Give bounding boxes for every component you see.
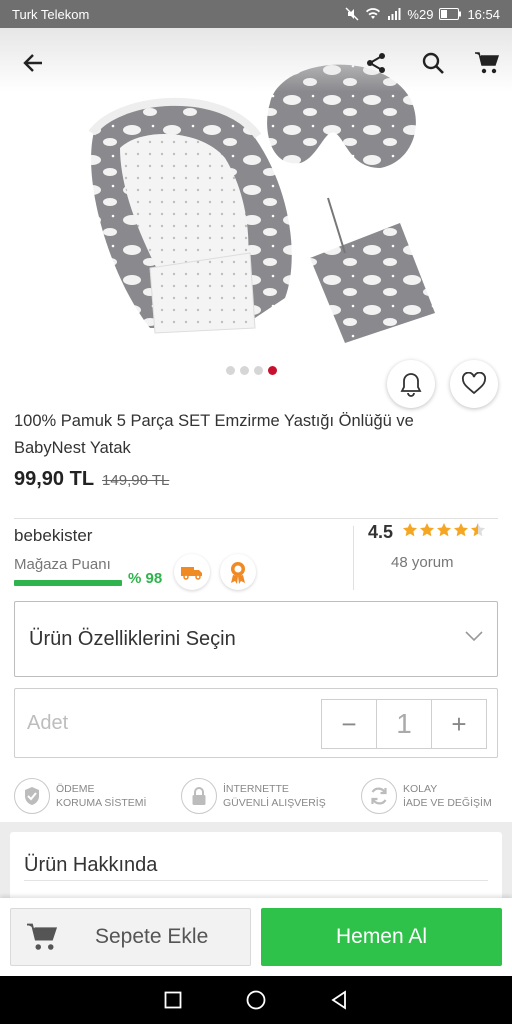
decrease-button[interactable]: − [322,700,376,748]
heart-icon [462,372,486,395]
buy-now-button[interactable]: Hemen Al [261,908,502,966]
trust-easy-returns: KOLAY İADE VE DEĞİŞİM [361,778,492,814]
carrier-name: Turk Telekom [12,6,90,22]
rating-value: 4.5 [368,522,394,542]
back-system-button[interactable] [330,990,348,1010]
pagination-dot[interactable] [226,366,235,375]
home-button[interactable] [246,990,266,1010]
search-button[interactable] [418,48,448,78]
star-icon [454,523,468,537]
status-icons: %29 16:54 [345,7,500,22]
notify-button[interactable] [387,360,435,408]
current-price: 99,90 TL [14,468,95,490]
review-count[interactable]: 48 yorum [391,554,454,571]
lock-icon [192,787,206,805]
quantity-stepper: − 1 + [321,699,487,749]
quantity-label: Adet [27,712,69,734]
buy-now-label: Hemen Al [335,925,428,948]
refresh-icon [371,787,387,805]
trust-line-1: ÖDEME [56,783,95,795]
store-score-value: % 98 [128,570,163,587]
store-score-label: Mağaza Puanı [14,556,111,573]
trust-line-1: İNTERNETTE [223,783,289,795]
old-price: 149,90 TL [102,472,170,489]
price-row: 99,90 TL 149,90 TL [14,468,169,491]
divider [14,518,498,519]
trust-line-1: KOLAY [403,783,438,795]
about-product-title: Ürün Hakkında [24,854,158,876]
quantity-field: Adet − 1 + [14,688,498,758]
store-score-bar [14,580,122,586]
trust-line-2: GÜVENLİ ALIŞVERİŞ [223,797,326,809]
pagination-dot-active[interactable] [268,366,277,375]
trust-text: KOLAY İADE VE DEĞİŞİM [403,782,492,810]
trust-text: ÖDEME KORUMA SİSTEMİ [56,782,146,810]
trust-line-2: İADE VE DEĞİŞİM [403,797,492,809]
clock: 16:54 [467,6,500,22]
truck-icon [181,567,202,580]
battery-percent: %29 [407,6,434,22]
trust-icon-wrapper [181,778,217,814]
trust-payment-protection: ÖDEME KORUMA SİSTEMİ [14,778,146,814]
chevron-down-icon [465,631,483,642]
cart-icon [27,923,58,950]
bottom-action-bar: Sepete Ekle Hemen Al [0,898,512,976]
wifi-icon [366,8,381,19]
product-title: 100% Pamuk 5 Parça SET Emzirme Yastığı Ö… [14,412,414,457]
trust-secure-shopping: İNTERNETTE GÜVENLİ ALIŞVERİŞ [181,778,326,814]
signal-icon [388,8,401,20]
pagination-dot[interactable] [254,366,263,375]
shipping-badge[interactable] [174,554,210,590]
add-to-cart-label: Sepete Ekle [95,925,209,948]
share-button[interactable] [361,48,391,78]
vertical-divider [353,526,354,590]
divider [24,880,488,881]
shield-check-icon [25,787,39,805]
star-icon [437,523,451,537]
image-pagination [226,366,277,375]
mute-icon [345,7,359,21]
trust-icon-wrapper [361,778,397,814]
circle-icon [246,990,266,1010]
star-half-icon [471,523,485,537]
battery-icon [439,8,462,20]
quality-badge[interactable] [220,554,256,590]
rating-stars [402,522,486,538]
bell-icon [400,373,422,397]
arrow-left-icon [23,54,42,72]
quantity-value[interactable]: 1 [376,700,432,748]
add-to-cart-button[interactable]: Sepete Ekle [10,908,251,966]
square-icon [164,991,182,1009]
system-navigation-bar [0,976,512,1024]
star-icon [403,523,417,537]
back-button[interactable] [18,48,48,78]
trust-text: İNTERNETTE GÜVENLİ ALIŞVERİŞ [223,782,326,810]
pagination-dot[interactable] [240,366,249,375]
medal-icon [231,562,245,584]
share-icon [367,53,385,73]
star-icon [420,523,434,537]
status-bar: Turk Telekom %29 16:54 [0,0,512,28]
search-icon [422,52,444,74]
favorite-button[interactable] [450,360,498,408]
increase-button[interactable]: + [432,700,486,748]
triangle-back-icon [331,990,346,1010]
product-image-gallery[interactable] [0,28,512,408]
seller-name[interactable]: bebekister [14,526,92,546]
product-options-select[interactable]: Ürün Özelliklerini Seçin [14,601,498,677]
trust-icon-wrapper [14,778,50,814]
trust-line-2: KORUMA SİSTEMİ [56,797,147,809]
cart-button[interactable] [472,48,502,78]
recent-apps-button[interactable] [164,991,182,1009]
options-select-label: Ürün Özelliklerini Seçin [29,627,236,650]
cart-icon [475,52,500,74]
